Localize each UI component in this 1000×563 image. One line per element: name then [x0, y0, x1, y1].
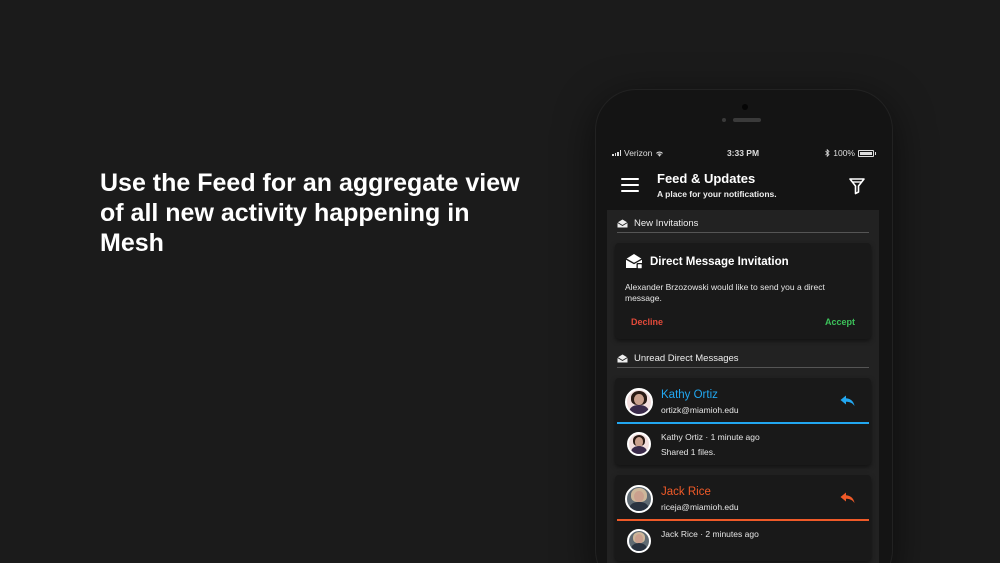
invitation-title: Direct Message Invitation — [650, 255, 789, 268]
phone-frame: Verizon 3:33 PM 100% Feed & Updates A pl… — [596, 90, 892, 563]
section-divider — [617, 367, 869, 368]
status-bar: Verizon 3:33 PM 100% — [607, 146, 879, 160]
avatar — [627, 529, 651, 553]
battery-icon — [858, 149, 876, 157]
section-label: New Invitations — [634, 218, 699, 229]
section-divider — [617, 232, 869, 233]
dm-message-meta: Kathy Ortiz · 1 minute ago — [661, 432, 760, 442]
feed-content: New Invitations Direct Message Invitatio… — [607, 210, 879, 561]
dm-sender-email: riceja@miamioh.edu — [661, 502, 739, 512]
dm-card-jack[interactable]: Jack Rice riceja@miamioh.edu Jack Rice ·… — [615, 475, 871, 561]
envelope-open-icon — [617, 354, 628, 363]
dm-sender-name: Kathy Ortiz — [661, 389, 718, 401]
dm-sender-email: ortizk@miamioh.edu — [661, 405, 739, 415]
headline: Use the Feed for an aggregate view of al… — [100, 169, 520, 257]
app-bar: Feed & Updates A place for your notifica… — [607, 160, 879, 210]
avatar — [625, 485, 653, 513]
reply-icon[interactable] — [840, 395, 855, 407]
filter-icon[interactable] — [849, 177, 865, 195]
proximity-sensor — [722, 118, 726, 122]
dm-card-kathy[interactable]: Kathy Ortiz ortizk@miamioh.edu Kathy Ort… — [615, 378, 871, 465]
invitation-card: Direct Message Invitation Alexander Brzo… — [615, 243, 871, 339]
section-unread-messages: Unread Direct Messages — [615, 339, 871, 364]
dm-sender-name: Jack Rice — [661, 486, 711, 498]
status-time: 3:33 PM — [726, 148, 760, 158]
app-title: Feed & Updates — [657, 171, 756, 186]
avatar — [627, 432, 651, 456]
section-new-invitations: New Invitations — [615, 210, 871, 229]
section-label: Unread Direct Messages — [634, 353, 739, 364]
avatar — [625, 388, 653, 416]
decline-button[interactable]: Decline — [631, 317, 663, 327]
front-camera — [742, 104, 748, 110]
envelope-invite-icon — [625, 254, 643, 270]
invitation-body: Alexander Brzozowski would like to send … — [625, 282, 825, 303]
accept-button[interactable]: Accept — [825, 317, 855, 327]
dm-message[interactable]: Kathy Ortiz · 1 minute ago Shared 1 file… — [615, 424, 871, 457]
envelope-open-icon — [617, 219, 628, 228]
dm-message-body: Shared 1 files. — [661, 447, 716, 457]
earpiece-speaker — [733, 118, 761, 122]
dm-message[interactable]: Jack Rice · 2 minutes ago — [615, 521, 871, 553]
reply-icon[interactable] — [840, 492, 855, 504]
dm-message-meta: Jack Rice · 2 minutes ago — [661, 529, 759, 539]
phone-screen: Verizon 3:33 PM 100% Feed & Updates A pl… — [607, 146, 879, 563]
hamburger-icon[interactable] — [621, 178, 639, 192]
app-subtitle: A place for your notifications. — [657, 189, 777, 199]
